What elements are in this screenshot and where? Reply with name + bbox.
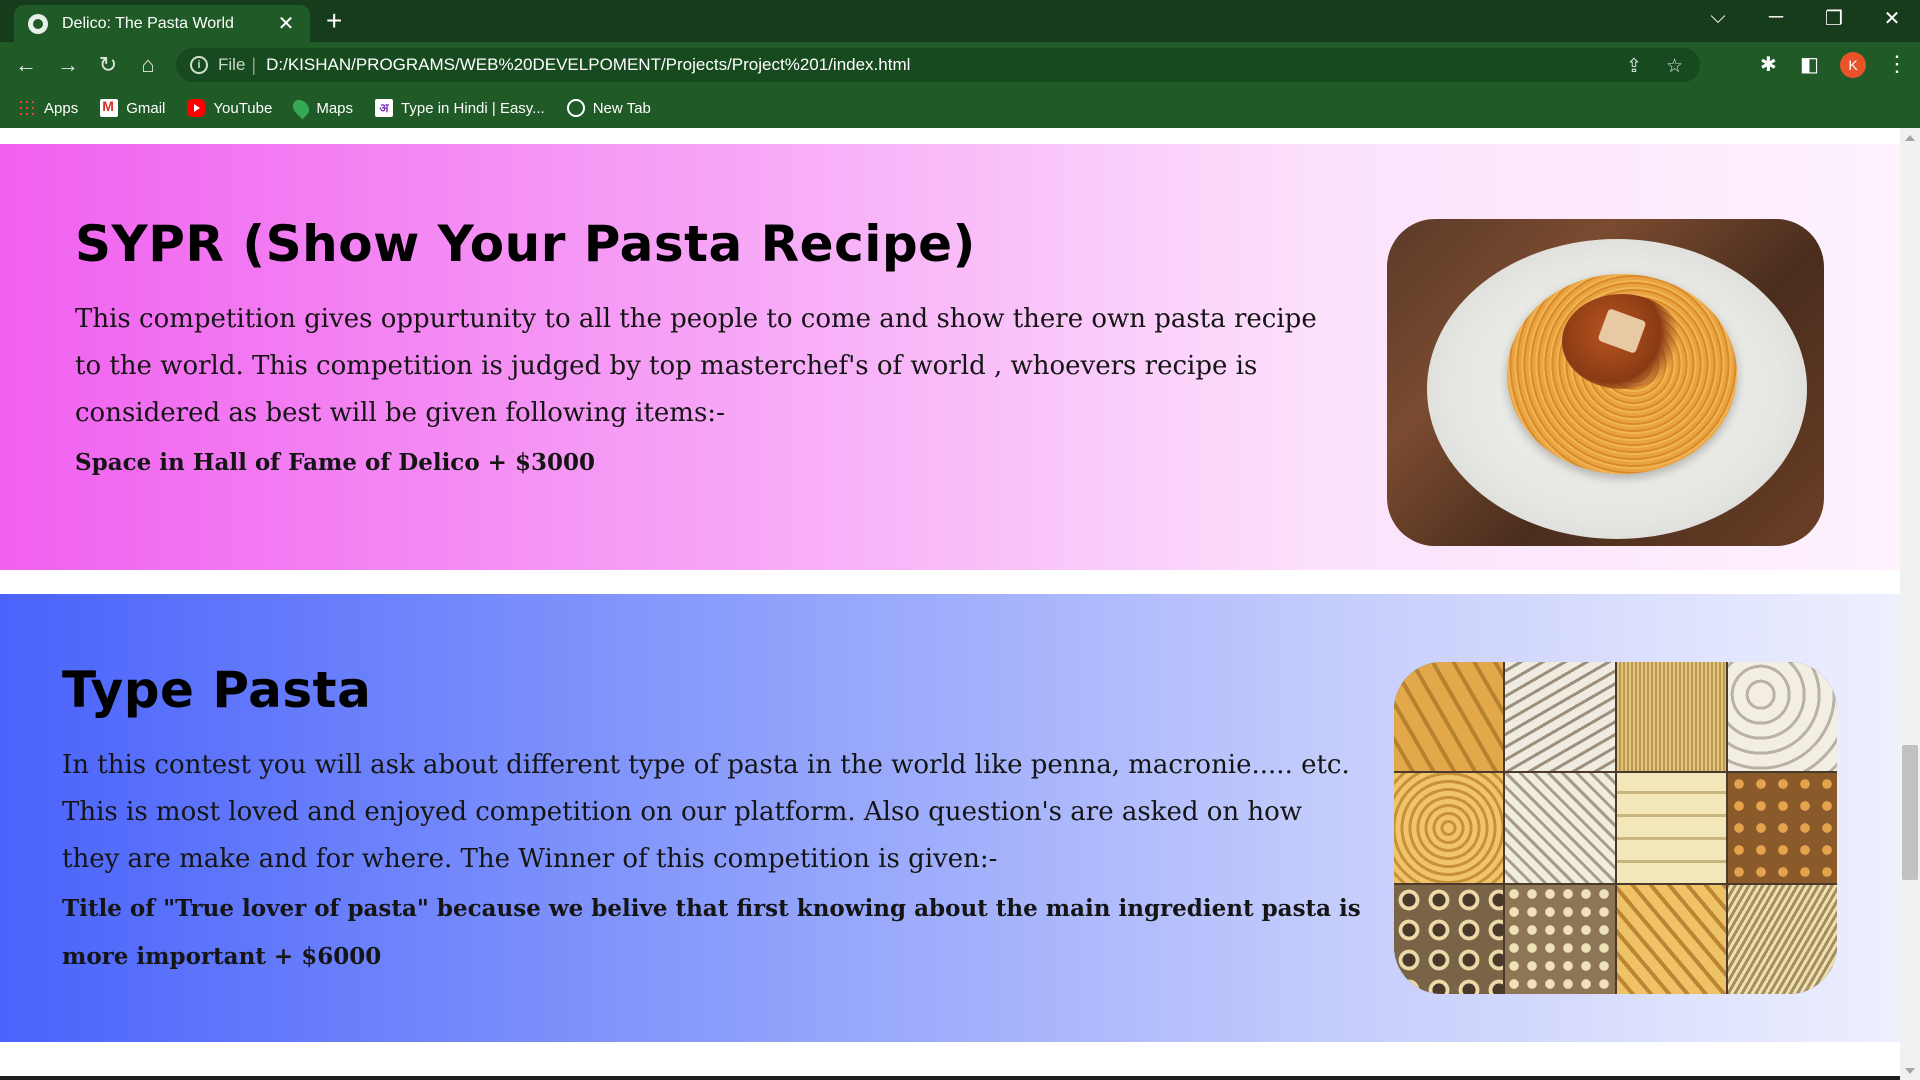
close-window-icon[interactable]: ✕ — [1872, 6, 1912, 31]
url-text[interactable]: D:/KISHAN/PROGRAMS/WEB%20DEVELPOMENT/Pro… — [266, 55, 910, 75]
extensions-icon[interactable]: ✱ — [1760, 52, 1777, 77]
share-icon[interactable]: ⇪ — [1626, 55, 1642, 78]
bookmark-new-tab[interactable]: New Tab — [566, 99, 651, 117]
bookmark-label: YouTube — [213, 99, 273, 117]
bookmark-label: Apps — [44, 99, 79, 117]
site-info-icon[interactable]: i — [190, 56, 208, 74]
address-bar[interactable]: i File | D:/KISHAN/PROGRAMS/WEB%20DEVELP… — [176, 48, 1700, 82]
section-title: SYPR (Show Your Pasta Recipe) — [75, 215, 976, 273]
gmail-icon — [100, 98, 119, 117]
pasta-cell — [1727, 773, 1837, 883]
pasta-cell — [1616, 662, 1726, 772]
url-separator: | — [251, 54, 257, 75]
scrollbar-thumb[interactable] — [1902, 745, 1918, 880]
spaghetti-plate-image — [1387, 219, 1824, 546]
menu-icon[interactable]: ⋮ — [1886, 51, 1908, 77]
page-viewport: SYPR (Show Your Pasta Recipe) This compe… — [0, 128, 1900, 1080]
globe-icon — [566, 99, 585, 117]
profile-avatar[interactable]: K — [1840, 52, 1866, 78]
star-bookmark-icon[interactable]: ☆ — [1666, 55, 1683, 78]
youtube-icon — [187, 99, 206, 117]
section-description: This competition gives oppurtunity to al… — [75, 304, 1317, 428]
bookmark-gmail[interactable]: Gmail — [100, 98, 166, 117]
pasta-cell — [1505, 884, 1615, 994]
bookmark-label: Type in Hindi | Easy... — [401, 99, 545, 117]
bookmark-type-in-hindi[interactable]: अ Type in Hindi | Easy... — [375, 99, 545, 117]
forward-icon[interactable]: → — [54, 51, 82, 79]
browser-toolbar: ← → ↻ ⌂ i File | D:/KISHAN/PROGRAMS/WEB%… — [0, 42, 1920, 88]
hindi-icon: अ — [375, 99, 394, 117]
side-panel-icon[interactable]: ◧ — [1800, 52, 1819, 77]
pasta-cell — [1616, 773, 1726, 883]
bookmark-label: New Tab — [592, 99, 651, 117]
section-text: SYPR (Show Your Pasta Recipe) This compe… — [75, 212, 1345, 487]
restore-icon[interactable]: ❐ — [1814, 6, 1854, 31]
pasta-cell — [1394, 662, 1504, 772]
section-title: Type Pasta — [62, 661, 372, 719]
url-scheme: File — [218, 55, 246, 74]
bookmark-apps[interactable]: Apps — [18, 99, 78, 117]
browser-tab-active[interactable]: Delico: The Pasta World ✕ — [14, 5, 310, 42]
back-icon[interactable]: ← — [12, 51, 40, 79]
bookmark-label: Maps — [316, 99, 354, 117]
pasta-cell — [1727, 662, 1837, 772]
competition-section-type-pasta: Type Pasta In this contest you will ask … — [0, 594, 1900, 1042]
tab-search-chevron-icon[interactable]: ⌵ — [1698, 6, 1738, 29]
close-tab-icon[interactable]: ✕ — [276, 11, 296, 36]
competition-section-sypr: SYPR (Show Your Pasta Recipe) This compe… — [0, 144, 1900, 570]
bookmark-maps[interactable]: Maps — [290, 96, 354, 120]
tab-title: Delico: The Pasta World — [62, 14, 234, 32]
page-bottom-edge — [0, 1076, 1900, 1080]
home-icon[interactable]: ⌂ — [134, 51, 162, 79]
bookmarks-bar: Apps Gmail YouTube Maps अ Type in Hindi … — [0, 88, 1920, 128]
new-tab-icon[interactable]: + — [326, 7, 342, 35]
pasta-cell — [1727, 884, 1837, 994]
tab-strip: Delico: The Pasta World ✕ + ⌵ ─ ❐ ✕ — [0, 0, 1920, 42]
pasta-cell — [1616, 884, 1726, 994]
scroll-up-arrow-icon[interactable] — [1905, 135, 1915, 141]
pasta-cell — [1394, 773, 1504, 883]
globe-favicon-icon — [28, 13, 48, 34]
pasta-cell — [1505, 773, 1615, 883]
section-text: Type Pasta In this contest you will ask … — [62, 658, 1362, 981]
maps-icon — [290, 96, 313, 120]
apps-icon — [18, 99, 36, 117]
bookmark-youtube[interactable]: YouTube — [187, 99, 272, 117]
pasta-types-grid-image — [1394, 662, 1837, 994]
pasta-cell — [1505, 662, 1615, 772]
bookmark-label: Gmail — [126, 99, 166, 117]
section-prize: Space in Hall of Fame of Delico + $3000 — [75, 449, 595, 476]
minimize-icon[interactable]: ─ — [1756, 6, 1796, 29]
section-description: In this contest you will ask about diffe… — [62, 750, 1350, 874]
scroll-down-arrow-icon[interactable] — [1905, 1068, 1915, 1074]
page-scrollbar[interactable] — [1900, 128, 1920, 1080]
pasta-cell — [1394, 884, 1504, 994]
reload-icon[interactable]: ↻ — [94, 51, 122, 79]
section-prize: Title of "True lover of pasta" because w… — [62, 895, 1361, 970]
